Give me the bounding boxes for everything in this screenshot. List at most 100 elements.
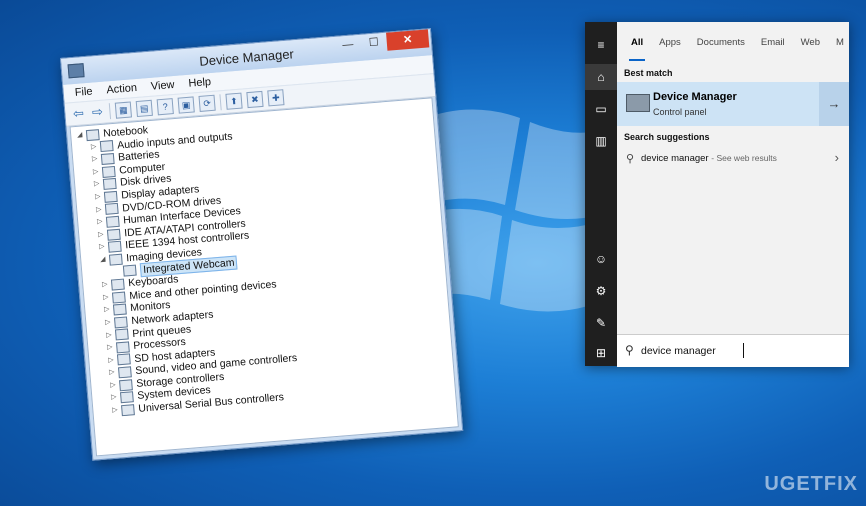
device-category-icon	[113, 316, 128, 329]
expand-arrow-icon[interactable]: ▷	[103, 317, 113, 330]
minimize-button[interactable]: —	[334, 35, 361, 55]
search-tabs: All Apps Documents Email Web M	[617, 22, 849, 62]
uninstall-device-icon[interactable]: ✖	[246, 90, 264, 109]
device-category-icon	[104, 203, 119, 216]
tab-web[interactable]: Web	[801, 37, 820, 48]
expand-arrow-icon[interactable]: ▷	[109, 392, 119, 405]
properties-icon[interactable]: ▦	[114, 101, 132, 119]
watermark-logo: UGETFIX	[764, 473, 858, 495]
expand-arrow-icon[interactable]: ▷	[90, 153, 100, 166]
suggestion-query: device manager	[641, 153, 709, 164]
user-icon[interactable]: ☺	[585, 246, 617, 272]
help-icon[interactable]: ?	[156, 98, 174, 116]
device-category-icon	[105, 215, 120, 228]
expand-arrow-icon[interactable]: ▷	[101, 291, 111, 304]
device-category-icon	[116, 353, 131, 366]
device-manager-window: Device Manager — ☐ ✕ File Action View He…	[60, 28, 464, 461]
suggestion-hint: - See web results	[711, 153, 777, 163]
expand-arrow-icon[interactable]: ▷	[93, 191, 103, 204]
start-rail: ≡ ⌂ ▭ ▥ ☺ ⚙ ✎ ⊞	[585, 22, 617, 366]
update-driver-icon[interactable]: ⬆	[225, 92, 243, 110]
web-suggestion[interactable]: ⚲ device manager - See web results ›	[617, 148, 849, 170]
back-arrow-icon[interactable]: ⇦	[71, 105, 86, 121]
toolbar-separator	[219, 94, 222, 111]
device-tree: ◢ Notebook ▷ Audio inputs and outputs ▷ Batte…	[71, 98, 455, 419]
menu-help[interactable]: Help	[181, 75, 218, 90]
tab-email[interactable]: Email	[761, 37, 785, 48]
expand-arrow-icon[interactable]: ▷	[106, 354, 116, 367]
expand-arrow-icon[interactable]: ▷	[102, 304, 112, 317]
best-match-title: Device Manager	[653, 91, 737, 103]
expand-arrow-icon[interactable]: ▷	[110, 404, 120, 417]
chevron-right-icon: ›	[834, 150, 839, 165]
device-category-icon	[110, 278, 125, 291]
device-category-icon	[111, 291, 126, 304]
show-hide-tree-icon[interactable]: ▤	[135, 99, 153, 118]
expand-arrow-icon[interactable]: ▷	[97, 241, 107, 254]
documents-icon[interactable]: ▭	[585, 96, 617, 122]
text-caret	[743, 343, 744, 358]
expand-arrow-icon[interactable]: ▷	[105, 342, 115, 355]
device-category-icon	[121, 404, 135, 417]
expand-arrow-icon[interactable]: ▷	[95, 216, 105, 229]
device-manager-result-icon	[626, 94, 650, 112]
expand-arrow-icon	[112, 272, 121, 273]
settings-icon[interactable]: ⚙	[585, 278, 617, 304]
search-box[interactable]: ⚲ device manager	[617, 334, 849, 367]
search-icon: ⚲	[626, 153, 635, 165]
device-category-icon	[107, 240, 122, 253]
best-match-subtitle: Control panel	[653, 107, 707, 117]
expand-arrow-icon[interactable]: ◢	[75, 129, 85, 142]
device-category-icon	[102, 178, 117, 191]
toolbar-separator	[108, 103, 112, 120]
windows-start-icon[interactable]: ⊞	[585, 340, 617, 366]
tab-more[interactable]: M	[836, 37, 844, 48]
scan-hardware-icon[interactable]: ⟳	[198, 94, 216, 112]
device-category-icon	[99, 140, 114, 153]
device-category-icon	[112, 303, 127, 316]
expand-arrow-icon[interactable]: ▷	[108, 379, 118, 392]
device-category-icon	[85, 128, 100, 141]
search-icon: ⚲	[625, 343, 634, 357]
device-category-icon	[106, 228, 121, 241]
device-category-icon	[115, 341, 130, 354]
expand-arrow-icon[interactable]: ▷	[104, 329, 114, 342]
device-category-icon	[108, 253, 123, 266]
device-category-icon	[119, 378, 133, 391]
feedback-icon[interactable]: ✎	[585, 310, 617, 336]
device-category-icon	[122, 264, 137, 277]
tab-all[interactable]: All	[628, 37, 646, 61]
device-category-icon	[118, 366, 132, 379]
expand-arrow-icon[interactable]: ▷	[96, 229, 106, 242]
view-icon[interactable]: ▣	[177, 96, 195, 114]
expand-arrow-icon[interactable]: ▷	[91, 166, 101, 179]
device-category-icon	[100, 152, 115, 165]
expand-arrow-icon[interactable]: ▷	[92, 178, 102, 191]
menu-view[interactable]: View	[143, 78, 181, 93]
building-icon[interactable]: ▥	[585, 128, 617, 154]
search-suggestions-heading: Search suggestions	[624, 132, 710, 142]
search-input[interactable]: device manager	[641, 345, 716, 357]
hamburger-icon[interactable]: ≡	[585, 32, 617, 58]
expand-arrow-icon[interactable]: ▷	[94, 204, 104, 217]
add-legacy-hardware-icon[interactable]: ✚	[267, 89, 285, 107]
tab-documents[interactable]: Documents	[697, 37, 745, 48]
device-category-icon	[103, 190, 118, 203]
maximize-button[interactable]: ☐	[360, 33, 387, 53]
expand-arrow-icon[interactable]: ◢	[98, 254, 108, 267]
device-category-icon	[120, 391, 134, 404]
forward-arrow-icon[interactable]: ⇨	[90, 104, 105, 120]
tab-apps[interactable]: Apps	[659, 37, 681, 48]
device-category-icon	[101, 165, 116, 178]
expand-arrow-icon[interactable]: ▷	[89, 141, 99, 154]
open-arrow-icon[interactable]: →	[819, 82, 849, 126]
menu-file[interactable]: File	[67, 85, 100, 100]
expand-arrow-icon[interactable]: ▷	[107, 367, 117, 380]
best-match-result[interactable]: Device Manager Control panel →	[617, 82, 849, 126]
menu-action[interactable]: Action	[99, 81, 144, 97]
close-button[interactable]: ✕	[386, 29, 430, 51]
expand-arrow-icon[interactable]: ▷	[100, 279, 110, 292]
home-icon[interactable]: ⌂	[585, 64, 617, 90]
search-results-panel: All Apps Documents Email Web M Best matc…	[617, 22, 849, 334]
device-tree-panel: ◢ Notebook ▷ Audio inputs and outputs ▷ Batte…	[69, 97, 459, 457]
